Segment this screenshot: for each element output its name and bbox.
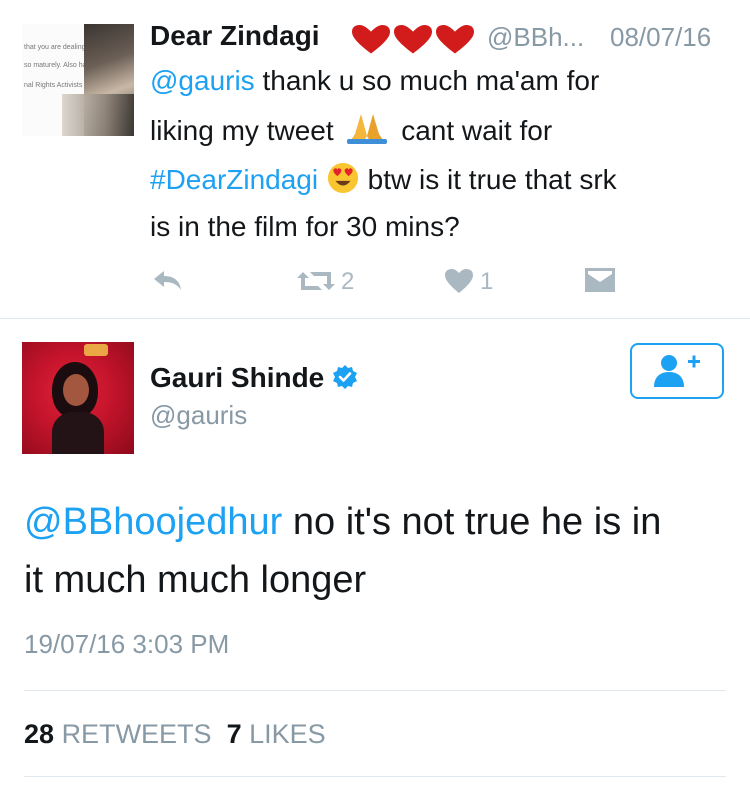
verified-badge-icon xyxy=(333,365,358,389)
avatar-face xyxy=(63,374,89,406)
like-count: 1 xyxy=(480,268,494,295)
divider xyxy=(0,318,750,319)
tweet-date[interactable]: 08/07/16 xyxy=(610,22,711,53)
retweets-label[interactable]: RETWEETS xyxy=(62,719,212,749)
likes-count[interactable]: 7 xyxy=(227,719,242,749)
avatar-photo-detail xyxy=(62,94,134,136)
heart-emoji xyxy=(352,25,390,54)
display-name[interactable]: Dear Zindagi xyxy=(150,20,320,52)
retweet-count: 2 xyxy=(341,268,355,295)
heart-emoji xyxy=(436,25,474,54)
tweet-text-line: it much much longer xyxy=(24,559,367,601)
engagement-stats: 28 RETWEETS 7 LIKES xyxy=(24,719,326,750)
tweet-text-line: @BBhoojedhur no it's not true he is in xyxy=(24,501,662,543)
avatar-lamp xyxy=(84,344,108,356)
handle[interactable]: @gauris xyxy=(150,400,247,431)
like-icon[interactable] xyxy=(444,268,474,294)
follow-button[interactable] xyxy=(630,343,724,399)
avatar[interactable]: that you are dealing with so maturely. A… xyxy=(22,24,134,136)
tweet-text-line: is in the film for 30 mins? xyxy=(150,211,460,242)
divider xyxy=(24,776,726,777)
handle[interactable]: @BBh... xyxy=(487,22,584,53)
display-name[interactable]: Gauri Shinde xyxy=(150,362,358,394)
avatar-body xyxy=(52,412,104,454)
direct-message-icon[interactable] xyxy=(584,266,616,294)
retweets-count[interactable]: 28 xyxy=(24,719,54,749)
likes-label[interactable]: LIKES xyxy=(249,719,326,749)
mention-link[interactable]: @BBhoojedhur xyxy=(24,501,282,543)
reply-icon[interactable] xyxy=(152,268,184,292)
mention-link[interactable]: @gauris xyxy=(150,65,255,96)
heart-emoji xyxy=(394,25,432,54)
heart-emoji-group xyxy=(352,25,474,54)
avatar[interactable] xyxy=(22,342,134,454)
retweet-icon[interactable] xyxy=(296,268,336,294)
add-user-icon xyxy=(654,355,700,387)
divider xyxy=(24,690,726,691)
reply-tweet: that you are dealing with so maturely. A… xyxy=(0,0,750,318)
hashtag-link[interactable]: #DearZindagi xyxy=(150,164,318,195)
tweet-text-line: #DearZindagi btw is it true that srk xyxy=(150,162,617,195)
heart-eyes-emoji xyxy=(327,162,358,194)
folded-hands-emoji xyxy=(347,114,388,144)
tweet-timestamp[interactable]: 19/07/16 3:03 PM xyxy=(24,629,229,660)
tweet-text-line: liking my tweet cant wait for xyxy=(150,112,552,148)
tweet-text-line: @gauris thank u so much ma'am for xyxy=(150,65,600,96)
